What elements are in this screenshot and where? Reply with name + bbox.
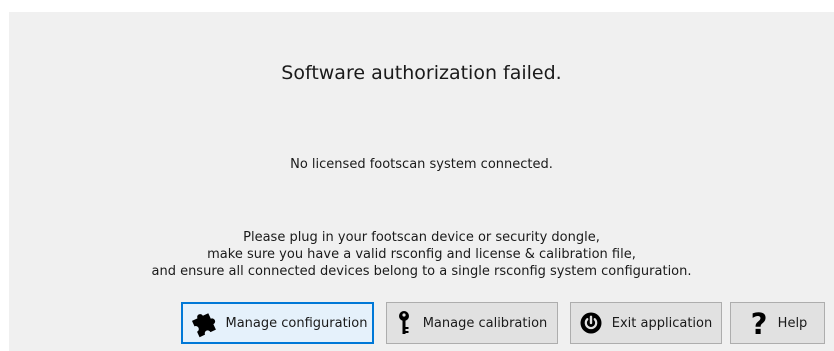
- svg-text:?: ?: [750, 309, 767, 337]
- instruction-line: Please plug in your footscan device or s…: [243, 230, 600, 245]
- dialog-subtitle: No licensed footscan system connected.: [290, 157, 553, 172]
- exit-application-label: Exit application: [611, 315, 713, 331]
- manage-calibration-label: Manage calibration: [422, 315, 548, 331]
- instruction-line: make sure you have a valid rsconfig and …: [207, 247, 636, 262]
- exit-application-button[interactable]: Exit application: [570, 302, 722, 344]
- help-button[interactable]: ? Help: [730, 302, 825, 344]
- instructions-text: Please plug in your footscan device or s…: [9, 229, 834, 280]
- authorization-dialog: Software authorization failed. No licens…: [9, 12, 834, 351]
- help-label: Help: [777, 315, 808, 331]
- key-icon: [397, 310, 411, 336]
- manage-calibration-button[interactable]: Manage calibration: [386, 302, 558, 344]
- manage-configuration-label: Manage configuration: [225, 315, 368, 331]
- manage-configuration-button[interactable]: Manage configuration: [181, 302, 374, 344]
- power-icon: [580, 312, 602, 334]
- question-icon: ?: [748, 309, 770, 337]
- instruction-line: and ensure all connected devices belong …: [151, 264, 692, 279]
- puzzle-icon: [187, 308, 221, 338]
- dialog-title: Software authorization failed.: [281, 62, 562, 84]
